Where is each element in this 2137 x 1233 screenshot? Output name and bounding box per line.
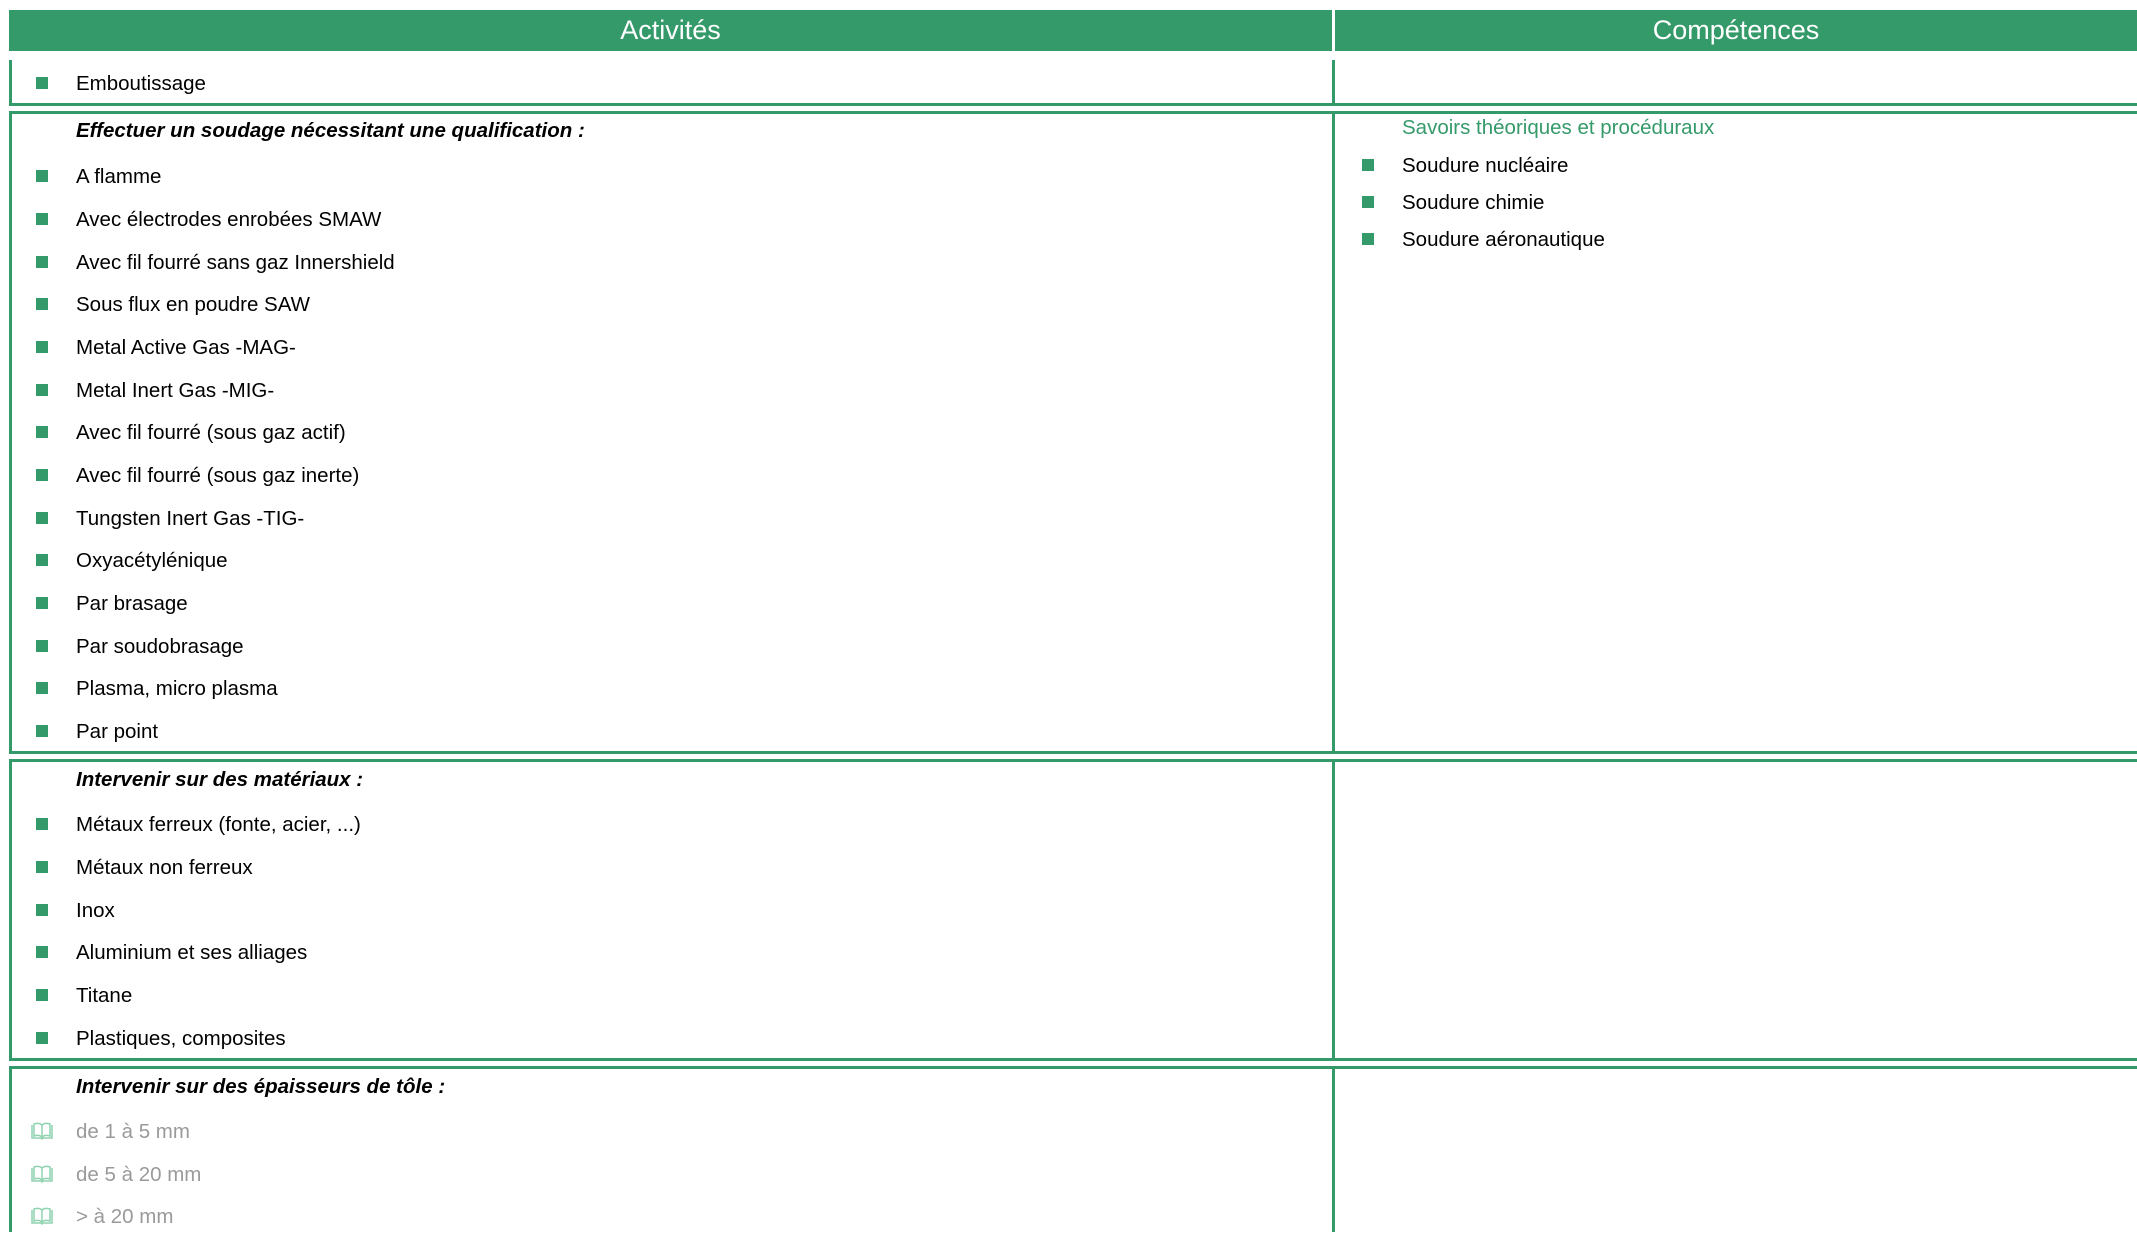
section-competences-cell: [1332, 1066, 2137, 1232]
square-bullet-icon: [36, 170, 48, 182]
square-bullet-icon: [36, 946, 48, 958]
square-bullet-icon: [36, 426, 48, 438]
square-bullet-icon: [36, 341, 48, 353]
square-bullet-icon: [1362, 196, 1374, 208]
square-bullet-icon: [36, 298, 48, 310]
section-activites-cell: [9, 759, 1335, 1061]
book-icon: [31, 1165, 53, 1183]
competences-subheading: Savoirs théoriques et procéduraux: [1402, 116, 1715, 139]
square-bullet-icon: [36, 213, 48, 225]
square-bullet-icon: [36, 861, 48, 873]
section-heading: Intervenir sur des épaisseurs de tôle :: [76, 1075, 446, 1098]
section-emboutissage: Emboutissage: [9, 60, 2137, 106]
square-bullet-icon: [36, 904, 48, 916]
square-bullet-icon: [36, 725, 48, 737]
section-competences-cell: [1332, 60, 2137, 106]
square-bullet-icon: [36, 597, 48, 609]
square-bullet-icon: [36, 469, 48, 481]
section-materiaux: Intervenir sur des matériaux : Métaux fe…: [9, 759, 2137, 1061]
section-soudage: Effectuer un soudage nécessitant une qua…: [9, 111, 2137, 754]
square-bullet-icon: [36, 554, 48, 566]
section-activites-cell: [9, 60, 1335, 106]
square-bullet-icon: [36, 989, 48, 1001]
square-bullet-icon: [36, 682, 48, 694]
square-bullet-icon: [36, 640, 48, 652]
book-icon: [31, 1207, 53, 1225]
square-bullet-icon: [36, 512, 48, 524]
square-bullet-icon: [1362, 159, 1374, 171]
book-icon: [31, 1122, 53, 1140]
square-bullet-icon: [36, 1032, 48, 1044]
square-bullet-icon: [36, 818, 48, 830]
section-competences-cell: [1332, 759, 2137, 1061]
square-bullet-icon: [36, 384, 48, 396]
square-bullet-icon: [1362, 233, 1374, 245]
document-page: Activités Compétences Emboutissage Effec…: [0, 0, 2137, 1232]
header-activites: Activités: [9, 10, 1332, 51]
square-bullet-icon: [36, 256, 48, 268]
section-heading: Effectuer un soudage nécessitant une qua…: [76, 119, 585, 142]
section-epaisseurs: Intervenir sur des épaisseurs de tôle : …: [9, 1066, 2137, 1232]
section-heading: Intervenir sur des matériaux :: [76, 768, 364, 791]
header-competences: Compétences: [1335, 10, 2137, 51]
square-bullet-icon: [36, 77, 48, 89]
